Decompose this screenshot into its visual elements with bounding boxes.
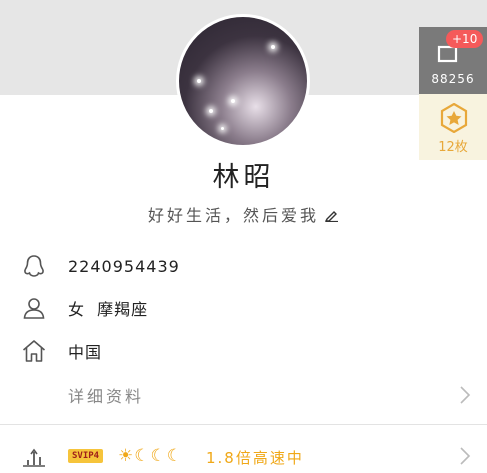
avatar[interactable] (176, 14, 310, 148)
profile-page: 林昭 好好生活，然后爱我 2240954439 女 摩羯座 中国 详细资料 SV… (0, 0, 487, 473)
home-icon (21, 338, 47, 364)
qq-number-row: 2240954439 (0, 246, 487, 286)
location-row: 中国 (0, 331, 487, 371)
person-icon (21, 295, 47, 321)
chevron-right-icon (459, 446, 471, 466)
medal-star-icon (440, 102, 468, 137)
detail-info-label: 详细资料 (68, 387, 145, 406)
svip-badge: SVIP4 (68, 449, 104, 463)
signature-row[interactable]: 好好生活，然后爱我 (0, 202, 487, 226)
medal-button[interactable]: 12枚 (419, 94, 487, 160)
gender-zodiac-row: 女 摩羯座 (0, 288, 487, 328)
like-plus-badge: +10 (446, 30, 484, 48)
like-count: 88256 (431, 72, 475, 86)
vip-row[interactable]: SVIP4 ☀☾☾☾ 1.8倍高速中 (0, 436, 487, 473)
divider (0, 424, 487, 425)
like-button[interactable]: +10 88256 (419, 27, 487, 94)
vip-growth-icon (21, 443, 47, 469)
location: 中国 (68, 343, 103, 362)
qq-number: 2240954439 (68, 256, 180, 276)
vip-speed-text: 1.8倍高速中 (206, 449, 304, 467)
medal-count: 12枚 (438, 140, 468, 155)
qq-penguin-icon (21, 253, 47, 279)
gender-zodiac: 女 摩羯座 (68, 300, 149, 319)
nickname: 林昭 (212, 162, 275, 193)
vip-level-icons: ☀☾☾☾ (118, 446, 183, 466)
chevron-right-icon (459, 385, 471, 405)
signature-text: 好好生活，然后爱我 (147, 206, 319, 225)
detail-info-row[interactable]: 详细资料 (0, 375, 487, 415)
edit-pen-icon[interactable] (324, 207, 339, 226)
